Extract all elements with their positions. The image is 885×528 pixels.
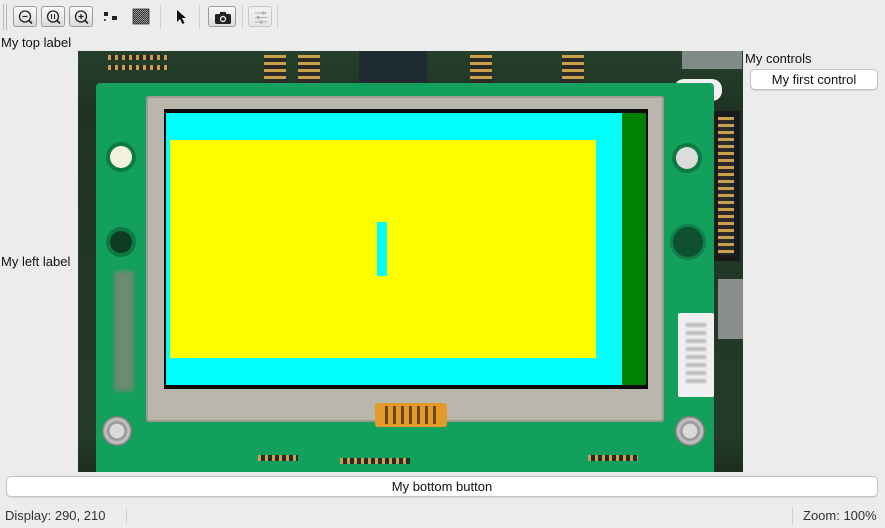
green-rectangle	[622, 113, 646, 385]
blurred-label	[114, 271, 134, 391]
zoom-reset-button[interactable]	[41, 6, 65, 27]
pixel-grid-button[interactable]	[99, 6, 123, 27]
toolbar-separator	[242, 5, 243, 29]
pointer-button[interactable]	[169, 6, 193, 27]
flex-cable	[375, 403, 447, 427]
toolbar-separator	[277, 5, 278, 29]
cyan-bar	[377, 222, 387, 276]
connector	[682, 51, 742, 69]
first-control-button[interactable]: My first control	[750, 69, 878, 90]
zoom-out-icon	[18, 10, 33, 25]
lcd-screen[interactable]	[164, 109, 648, 389]
sd-slot	[718, 279, 743, 339]
mount-hole	[110, 231, 132, 253]
zoom-reset-icon	[46, 10, 61, 25]
controls-heading: My controls	[745, 51, 812, 66]
pointer-icon	[177, 10, 186, 24]
zoom-in-button[interactable]	[69, 6, 93, 27]
checker-pattern-icon	[132, 8, 150, 25]
pin-header	[718, 117, 734, 255]
zoom-out-button[interactable]	[13, 6, 37, 27]
display-coordinates: Display: 290, 210	[5, 508, 106, 523]
toolbar	[0, 0, 885, 33]
bottom-button[interactable]: My bottom button	[6, 476, 878, 497]
status-bar: Display: 290, 210 Zoom: 100%	[0, 503, 885, 528]
sticker	[678, 313, 714, 397]
screw	[102, 416, 132, 446]
checker-pattern-button[interactable]	[129, 6, 153, 27]
toolbar-separator	[199, 5, 200, 29]
screw	[675, 416, 705, 446]
mount-ring	[673, 227, 703, 257]
pin-header	[340, 458, 410, 464]
status-separator	[126, 508, 127, 524]
pin-header	[562, 55, 584, 83]
mount-hole	[110, 146, 132, 168]
chip	[359, 51, 427, 85]
toolbar-grip	[6, 4, 7, 30]
camera-icon	[215, 12, 231, 24]
top-label: My top label	[1, 35, 72, 50]
left-label: My left label	[1, 254, 71, 269]
toolbar-separator	[160, 5, 161, 29]
zoom-in-icon	[74, 10, 89, 25]
settings-sliders-icon	[255, 11, 267, 24]
pin-header	[258, 455, 298, 461]
simulator-display[interactable]	[78, 51, 743, 472]
pixel-grid-icon	[104, 12, 117, 21]
screenshot-button[interactable]	[208, 6, 236, 27]
zoom-level: Zoom: 100%	[803, 508, 877, 523]
pin-header	[588, 455, 638, 461]
status-separator	[792, 508, 793, 524]
mount-hole	[676, 147, 698, 169]
pin-header	[108, 65, 168, 70]
settings-button[interactable]	[248, 6, 272, 27]
pin-header	[108, 55, 168, 60]
toolbar-grip	[3, 4, 4, 30]
